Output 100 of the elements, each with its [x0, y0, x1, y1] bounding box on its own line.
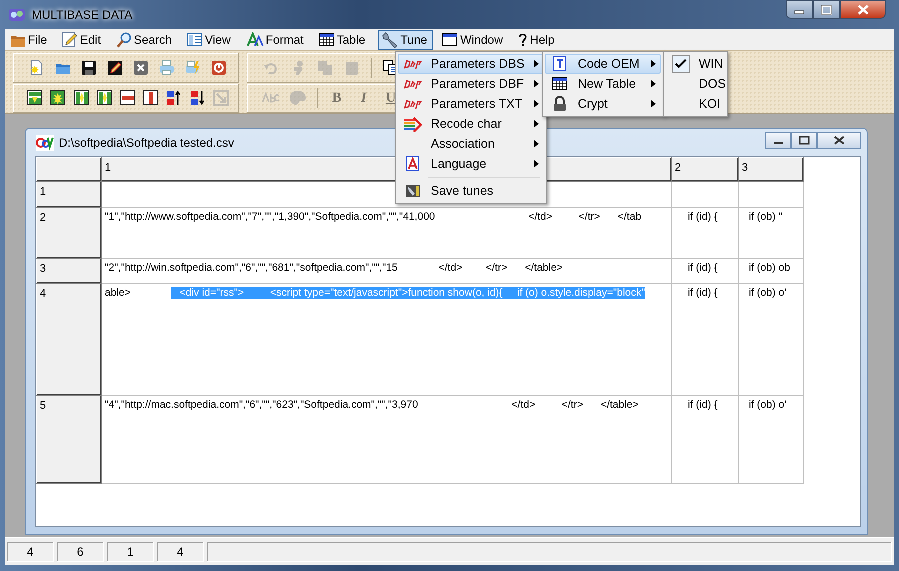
- format-icon: [246, 32, 264, 48]
- insert-row-icon: [27, 90, 44, 106]
- table-icon: [552, 76, 568, 92]
- status-field: 6: [57, 542, 104, 562]
- submenu-arrow-icon: [534, 60, 539, 68]
- pencil-document-icon: [106, 60, 123, 76]
- maximize-button[interactable]: [791, 132, 817, 149]
- submenu-arrow-icon: [534, 140, 539, 148]
- window-title: MULTIBASE DATA: [32, 6, 133, 24]
- printer-lightning-icon: [185, 60, 202, 76]
- row-header[interactable]: 2: [36, 208, 102, 258]
- row-header[interactable]: 4: [36, 284, 102, 396]
- menu-item[interactable]: New Table: [545, 74, 661, 94]
- menu-item[interactable]: Association: [398, 134, 544, 154]
- menu-item[interactable]: Help: [515, 30, 561, 50]
- status-field: 4: [7, 542, 54, 562]
- column-header[interactable]: 3: [738, 158, 804, 182]
- printer-icon: [159, 60, 176, 76]
- close-button[interactable]: [817, 132, 861, 149]
- row-header[interactable]: 5: [36, 396, 102, 484]
- menu-item[interactable]: Search: [113, 30, 178, 50]
- page-letter-icon: [552, 56, 568, 72]
- submenu-arrow-icon: [534, 120, 539, 128]
- menu-item[interactable]: Window: [439, 30, 510, 50]
- insert-cells-icon: [50, 90, 66, 106]
- sort-descending-icon: [190, 90, 206, 106]
- squiggle-icon: [404, 77, 422, 91]
- maximize-button[interactable]: [813, 0, 840, 19]
- submenu-arrow-icon: [651, 100, 656, 108]
- wrench-drive-icon: [405, 183, 421, 199]
- menu-item[interactable]: DOS: [666, 74, 725, 94]
- window-icon: [442, 32, 458, 48]
- selected-text: <div id="rss"> <script type="text/javascript">function show(o, id){ if (o) o.style.display="block": [170, 287, 646, 299]
- striped-arrow-icon: [403, 116, 423, 132]
- close-icon: [834, 136, 844, 145]
- cell-text: "2","http://win.softpedia.com","6","","681","softpedia.com","","15 </td> </tr> </table>: [105, 262, 564, 274]
- menu-item[interactable]: File: [7, 30, 54, 50]
- status-field: 1: [107, 542, 154, 562]
- submenu-arrow-icon: [651, 80, 656, 88]
- document-title: D:\softpedia\Softpedia tested.csv: [59, 134, 234, 152]
- submenu-arrow-icon: [534, 100, 539, 108]
- menu-item[interactable]: View: [184, 30, 237, 50]
- status-field: 4: [157, 542, 204, 562]
- close-icon: [858, 4, 868, 14]
- insert-column-icon: [96, 90, 113, 106]
- menu-item[interactable]: Recode char: [398, 114, 544, 134]
- cell-text: if (ob) o': [749, 287, 787, 299]
- search-icon: [116, 32, 132, 48]
- cell-text: if (id) {: [688, 399, 718, 411]
- pencil-icon: [62, 32, 78, 48]
- cell-text: "1","http://www.softpedia.com","7","","1,390","Softpedia.com","","41,000 </td> </tr> </tab: [105, 211, 642, 223]
- squiggle-icon: [404, 57, 422, 71]
- menu-item[interactable]: Code OEM: [545, 54, 661, 74]
- resize-icon: [212, 90, 229, 106]
- menu-item[interactable]: Edit: [59, 30, 108, 50]
- spell-check-icon: [262, 91, 280, 106]
- menu-item[interactable]: Crypt: [545, 94, 661, 114]
- minimize-button[interactable]: [786, 0, 813, 19]
- page-letter-icon: [405, 156, 421, 172]
- column-header[interactable]: 2: [672, 158, 738, 182]
- minimize-button[interactable]: [765, 132, 791, 149]
- menu-item[interactable]: KOI: [666, 94, 725, 114]
- delete-column-icon: [143, 90, 160, 106]
- close-icon: [133, 60, 150, 76]
- row-header[interactable]: 3: [36, 258, 102, 284]
- cell-text: if (ob) o': [749, 399, 787, 411]
- menu-item[interactable]: Save tunes: [398, 181, 544, 201]
- cell-text: "4","http://mac.softpedia.com","6","","623","Softpedia.com","","3,970 </td> </tr> </table>: [105, 399, 639, 411]
- menu-item[interactable]: Format: [242, 30, 310, 50]
- cell-text: able>: [105, 287, 131, 299]
- lock-icon: [552, 96, 568, 112]
- list-view-icon: [187, 32, 204, 48]
- maximize-icon: [821, 4, 832, 14]
- cell-text: if (id) {: [688, 287, 718, 299]
- question-mark-icon: [518, 32, 528, 48]
- submenu-arrow-icon: [534, 160, 539, 168]
- delete-row-icon: [120, 90, 136, 106]
- sort-ascending-icon: [166, 90, 182, 106]
- cell-text: if (id) {: [688, 211, 718, 223]
- menu-item[interactable]: WIN: [666, 54, 725, 74]
- menu-item[interactable]: Table: [316, 30, 372, 50]
- submenu-arrow-icon: [534, 80, 539, 88]
- power-icon: [211, 60, 228, 76]
- palette-icon: [289, 90, 307, 106]
- table-icon: [318, 32, 335, 48]
- maximize-icon: [798, 136, 810, 145]
- cell-text: if (ob) '': [749, 211, 783, 223]
- menu-item[interactable]: Tune: [378, 30, 434, 50]
- close-button[interactable]: [840, 0, 886, 19]
- csv-file-icon: [36, 134, 54, 150]
- row-header[interactable]: 1: [36, 182, 102, 208]
- wrench-icon: [380, 32, 399, 48]
- cell-text: if (id) {: [688, 262, 718, 274]
- paste-icon: [344, 60, 360, 76]
- squiggle-icon: [404, 97, 422, 111]
- submenu-arrow-icon: [651, 60, 656, 68]
- new-file-icon: [28, 60, 45, 76]
- insert-column-icon: [74, 90, 90, 106]
- copy-icon: [317, 60, 333, 76]
- menu-item[interactable]: Parameters DBS: [398, 54, 544, 74]
